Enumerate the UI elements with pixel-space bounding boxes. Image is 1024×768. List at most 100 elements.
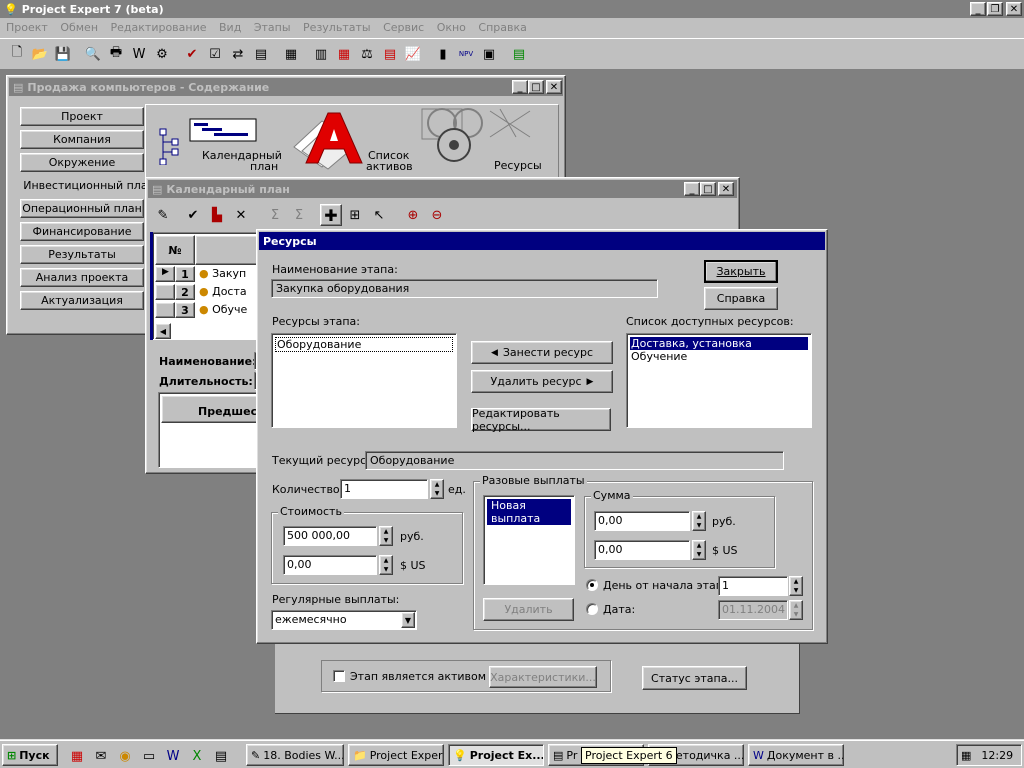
menu-project[interactable]: Проект <box>6 21 48 34</box>
nav-investment-plan[interactable]: Инвестиционный план <box>20 174 158 196</box>
word-icon[interactable]: W <box>162 745 184 767</box>
task-bodies[interactable]: ✎ 18. Bodies W... <box>246 744 344 766</box>
list-item[interactable]: Обучение <box>630 350 808 363</box>
media-icon[interactable]: ◉ <box>114 745 136 767</box>
chart-icon[interactable]: 📈 <box>402 43 424 65</box>
pointer-icon[interactable]: ↖ <box>368 204 390 226</box>
date-radio[interactable] <box>586 603 598 615</box>
close-button[interactable]: Закрыть <box>704 260 778 283</box>
task-project-expert-folder[interactable]: 📁 Project Expert <box>348 744 444 766</box>
add-icon[interactable]: ✚ <box>320 204 342 226</box>
day-from-start-radio[interactable] <box>586 579 598 591</box>
chevron-down-icon[interactable]: ▼ <box>401 612 415 628</box>
nav-operating-plan[interactable]: Операционный план <box>20 199 144 218</box>
content-close-button[interactable]: ✕ <box>546 80 562 94</box>
print-icon[interactable]: 🖶 <box>105 43 127 65</box>
menu-window[interactable]: Окно <box>437 21 466 34</box>
table-row[interactable]: ● Закуп <box>199 267 261 283</box>
active-checkbox[interactable] <box>333 670 345 682</box>
table-row[interactable]: ● Обуче <box>199 303 261 319</box>
table-row-num[interactable]: 3 <box>175 302 195 318</box>
stage-status-button[interactable]: Статус этапа... <box>642 666 747 690</box>
remove-resource-button[interactable]: Удалить ресурс ▶ <box>471 370 613 393</box>
nav-company[interactable]: Компания <box>20 130 144 149</box>
new-file-icon[interactable]: 🗋 <box>6 43 28 65</box>
table-icon[interactable]: ▥ <box>310 43 332 65</box>
content-minimize-button[interactable]: _ <box>512 80 528 94</box>
explorer-icon[interactable]: ▤ <box>210 745 232 767</box>
nav-results[interactable]: Результаты <box>20 245 144 264</box>
list-item[interactable]: Оборудование <box>275 337 453 352</box>
menu-view[interactable]: Вид <box>219 21 241 34</box>
module-assets[interactable]: Список активов <box>288 107 413 177</box>
day-from-start-stepper[interactable]: ▲ ▼ <box>789 576 803 596</box>
menu-exchange[interactable]: Обмен <box>60 21 98 34</box>
nav-project-analysis[interactable]: Анализ проекта <box>20 268 144 287</box>
sum-out-icon[interactable]: Σ <box>288 204 310 226</box>
list-item[interactable]: Новая выплата <box>487 499 571 525</box>
nav-project[interactable]: Проект <box>20 107 144 126</box>
cost-rub-input[interactable]: 500 000,00 <box>283 526 377 546</box>
menu-edit[interactable]: Редактирование <box>111 21 207 34</box>
export-icon[interactable]: ▤ <box>508 43 530 65</box>
sum-usd-input[interactable]: 0,00 <box>594 540 690 560</box>
print-preview-icon[interactable]: 🔍 <box>82 43 104 65</box>
start-button[interactable]: ⊞ Пуск <box>2 744 58 766</box>
date-stepper[interactable]: ▲ ▼ <box>789 600 803 620</box>
open-folder-icon[interactable]: 📂 <box>29 43 51 65</box>
cost-rub-stepper[interactable]: ▲ ▼ <box>379 526 393 546</box>
tree-icon[interactable]: ⊞ <box>344 204 366 226</box>
add-resource-button[interactable]: ◀ Занести ресурс <box>471 341 613 364</box>
calendar-close-button[interactable]: ✕ <box>718 182 734 196</box>
menu-help[interactable]: Справка <box>478 21 526 34</box>
bar-chart-icon[interactable]: ▮ <box>432 43 454 65</box>
report-icon[interactable]: ⚙ <box>151 43 173 65</box>
regular-payments-select[interactable]: ежемесячно <box>271 610 417 630</box>
excel-icon[interactable]: X <box>186 745 208 767</box>
table-row-num[interactable]: 1 <box>175 266 195 282</box>
analysis-icon[interactable]: ▣ <box>478 43 500 65</box>
day-from-start-input[interactable]: 1 <box>718 576 788 596</box>
minimize-button[interactable]: _ <box>970 2 986 16</box>
tray-icon[interactable]: ▦ <box>961 749 971 762</box>
calendar-maximize-button[interactable]: □ <box>700 182 716 196</box>
cash-flow-icon[interactable]: ▦ <box>333 43 355 65</box>
check-icon[interactable]: ✔ <box>181 43 203 65</box>
factory-icon[interactable]: ▙ <box>206 204 228 226</box>
available-resources-list[interactable]: Доставка, установка Обучение <box>626 333 812 428</box>
save-icon[interactable]: 💾 <box>52 43 74 65</box>
table-row[interactable]: ● Доста <box>199 285 261 301</box>
sum-in-icon[interactable]: Σ <box>264 204 286 226</box>
module-resources[interactable]: Ресурсы <box>420 107 560 177</box>
cost-usd-input[interactable]: 0,00 <box>283 555 377 575</box>
office-icon[interactable]: ▦ <box>66 745 88 767</box>
menu-results[interactable]: Результаты <box>303 21 371 34</box>
balance-icon[interactable]: ⚖ <box>356 43 378 65</box>
content-maximize-button[interactable]: □ <box>528 80 544 94</box>
sum-usd-stepper[interactable]: ▲ ▼ <box>692 540 706 560</box>
checklist-icon[interactable]: ☑ <box>204 43 226 65</box>
scroll-left-button[interactable]: ◀ <box>155 323 171 339</box>
zoom-out-icon[interactable]: ⊖ <box>426 204 448 226</box>
delete-icon[interactable]: ✕ <box>230 204 252 226</box>
npv-icon[interactable]: NPV <box>455 43 477 65</box>
sum-rub-stepper[interactable]: ▲ ▼ <box>692 511 706 531</box>
sum-rub-input[interactable]: 0,00 <box>594 511 690 531</box>
characteristics-button[interactable]: Характеристики... <box>489 666 597 688</box>
table-row-num[interactable]: 2 <box>175 284 195 300</box>
quantity-stepper[interactable]: ▲ ▼ <box>430 479 444 499</box>
module-calendar-plan[interactable]: Календарный план <box>158 115 282 175</box>
check-icon[interactable]: ✔ <box>182 204 204 226</box>
edit-icon[interactable]: ✎ <box>152 204 174 226</box>
nav-actualization[interactable]: Актуализация <box>20 291 144 310</box>
transfer-icon[interactable]: ⇄ <box>227 43 249 65</box>
help-button[interactable]: Справка <box>704 287 778 310</box>
word-export-icon[interactable]: W <box>128 43 150 65</box>
zoom-in-icon[interactable]: ⊕ <box>402 204 424 226</box>
edit-resources-button[interactable]: Редактировать ресурсы... <box>471 407 611 433</box>
calendar-minimize-button[interactable]: _ <box>684 182 700 196</box>
restore-button[interactable]: ❐ <box>987 2 1003 16</box>
menu-stages[interactable]: Этапы <box>254 21 291 34</box>
close-button[interactable]: ✕ <box>1006 2 1022 16</box>
delete-payment-button[interactable]: Удалить <box>483 598 574 621</box>
